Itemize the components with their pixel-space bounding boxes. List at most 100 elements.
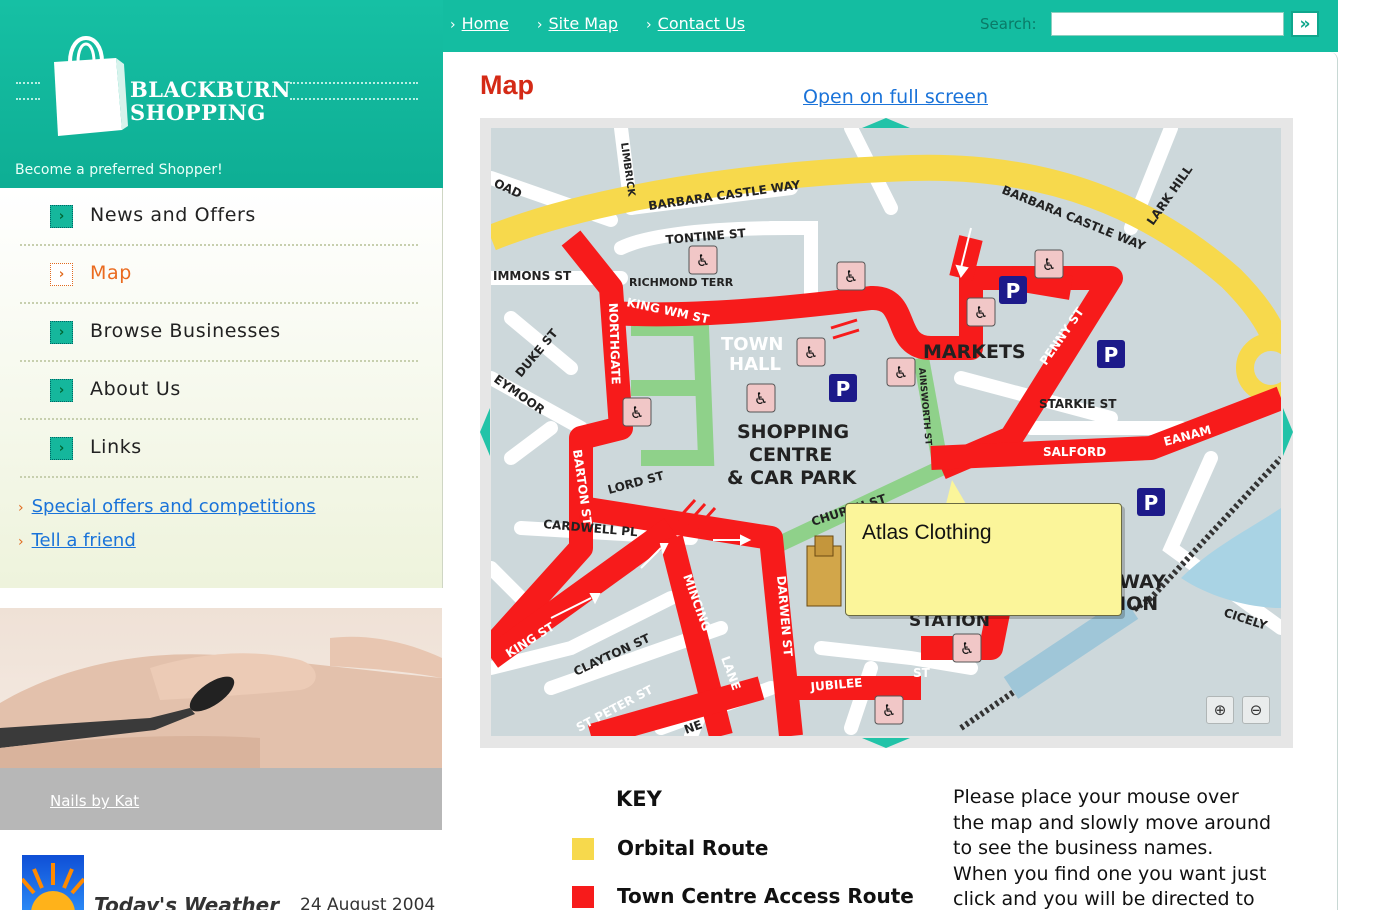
topnav-contact: › Contact Us [646,14,745,33]
chevron-right-icon: › [18,500,24,516]
wheelchair-icon[interactable]: ♿ [1034,249,1064,279]
brand-tagline: Become a preferred Shopper! [15,162,223,178]
svg-text:♿: ♿ [696,251,710,270]
tell-a-friend-link[interactable]: Tell a friend [32,530,136,551]
business-name: Atlas Clothing [862,521,992,544]
orbital-route-swatch [572,838,594,860]
place-label: TOWN [721,334,784,355]
instruction-line: click and you will be directed to [953,888,1255,910]
sidebar-item-news-and-offers[interactable]: › News and Offers [20,188,418,246]
svg-text:♿: ♿ [894,363,908,382]
brand-name-line2: SHOPPING [130,100,266,125]
key-title: KEY [616,787,662,811]
key-label-access: Town Centre Access Route [617,884,914,908]
chevron-box-icon: › [50,379,73,402]
chevron-right-icon: › [646,17,652,33]
wheelchair-icon[interactable]: ♿ [966,297,996,327]
brand-logo-text[interactable]: BLACKBURN SHOPPING [130,78,291,124]
search-input[interactable] [1051,12,1284,36]
instruction-line: to see the business names. [953,837,1214,859]
church-icon [806,535,842,607]
sidebar-item-label: About Us [90,378,181,400]
parking-icon[interactable]: P [1097,340,1125,368]
business-tooltip: Atlas Clothing [845,503,1122,616]
instruction-line: Please place your mouse over [953,786,1239,808]
pan-left-arrow-icon[interactable] [480,408,490,456]
parking-symbol: P [1006,279,1021,303]
town-map[interactable]: BARBARA CASTLE WAY BARBARA CASTLE WAY OA… [491,128,1281,736]
svg-text:♿: ♿ [882,701,896,720]
nails-by-kat-link[interactable]: Nails by Kat [50,792,139,810]
parking-icon[interactable]: P [829,374,857,402]
search-label: Search: [980,15,1037,33]
promo-image[interactable] [0,608,442,768]
street-label: WAY [1119,571,1166,593]
parking-symbol: P [1104,343,1119,367]
street-label: IMMONS ST [493,269,572,283]
promo-caption: Nails by Kat [0,768,442,830]
roundabout [1236,333,1281,403]
special-offers-link[interactable]: Special offers and competitions [32,496,316,517]
svg-text:♿: ♿ [960,639,974,658]
street-label: SALFORD [1043,445,1106,459]
sidebar-item-label: Map [90,262,132,284]
sidebar-item-about-us[interactable]: › About Us [20,362,418,420]
svg-text:♿: ♿ [844,267,858,286]
wheelchair-icon[interactable]: ♿ [622,397,652,427]
chevron-box-icon: › [50,321,73,344]
site-map-link[interactable]: Site Map [548,14,618,33]
svg-text:♿: ♿ [974,303,988,322]
chevron-box-icon: › [50,437,73,460]
weather-date: 24 August 2004 [300,895,436,910]
wheelchair-icon[interactable]: ♿ [886,357,916,387]
zoom-out-icon[interactable]: ⊖ [1242,696,1270,724]
chevron-right-icon: › [536,17,543,33]
parking-icon[interactable]: P [1137,488,1165,516]
double-chevron-right-icon: » [1299,14,1311,34]
place-label: MARKETS [923,341,1026,363]
zoom-in-icon[interactable]: ⊕ [1206,696,1234,724]
tooltip-tail [946,480,966,504]
instruction-line: When you find one you want just [953,862,1267,885]
instruction-line: the map and slowly move around [953,811,1272,834]
wheelchair-icon[interactable]: ♿ [952,633,982,663]
wheelchair-icon[interactable]: ♿ [796,337,826,367]
sidebar-item-label: News and Offers [90,204,256,226]
svg-text:♿: ♿ [630,403,644,422]
place-label: HALL [729,354,781,375]
wheelchair-icon[interactable]: ♿ [746,383,776,413]
street-label: ST [913,666,931,680]
weather-title: Today's Weather [94,893,280,910]
street-label: STARKIE ST [1039,397,1117,411]
parking-symbol: P [1144,491,1159,515]
place-label: & CAR PARK [727,467,858,489]
pan-up-arrow-icon[interactable] [862,118,910,128]
svg-text:♿: ♿ [1042,255,1056,274]
sidebar-item-links[interactable]: › Links [20,420,418,478]
pan-right-arrow-icon[interactable] [1283,408,1293,456]
map-canvas[interactable]: BARBARA CASTLE WAY BARBARA CASTLE WAY OA… [491,128,1281,736]
chevron-right-icon: › [18,534,24,550]
open-full-screen-link[interactable]: Open on full screen [803,86,988,108]
contact-us-link[interactable]: Contact Us [658,14,745,33]
topnav-sitemap: › Site Map [537,14,618,33]
wheelchair-icon[interactable]: ♿ [836,261,866,291]
home-link[interactable]: Home [462,14,509,33]
sidebar-item-map[interactable]: › Map [20,246,418,304]
parking-icon[interactable]: P [999,276,1027,304]
pan-down-arrow-icon[interactable] [862,738,910,748]
decorative-dots-right [290,82,418,100]
shopping-bag-icon[interactable] [50,22,130,140]
search-go-button[interactable]: » [1291,11,1319,37]
brand-name-line1: BLACKBURN [130,77,291,102]
wheelchair-icon[interactable]: ♿ [688,245,718,275]
sidebar-item-label: Links [90,436,142,458]
place-label: CENTRE [749,444,832,466]
access-route-swatch [572,886,594,908]
sidebar-item-browse-businesses[interactable]: › Browse Businesses [20,304,418,362]
map-instructions: Please place your mouse over the map and… [953,785,1283,910]
wheelchair-icon[interactable]: ♿ [874,695,904,725]
tell-a-friend-item: › Tell a friend [18,530,136,551]
brand-block: BLACKBURN SHOPPING Become a preferred Sh… [0,0,443,188]
topnav-home: › Home [450,14,509,33]
